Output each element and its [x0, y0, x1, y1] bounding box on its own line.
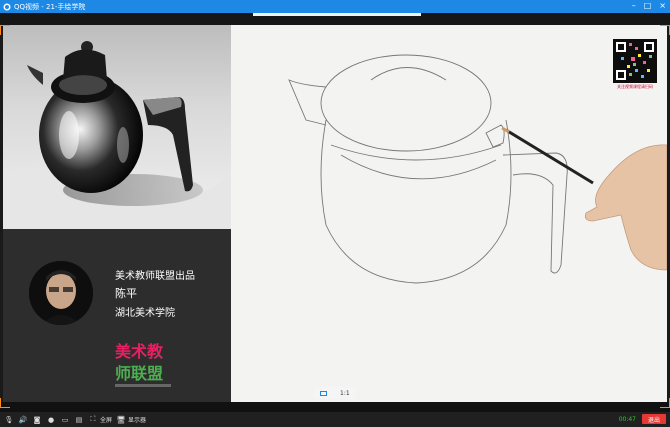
fullscreen-button[interactable]: 全屏 — [100, 415, 112, 424]
microphone-icon[interactable]: 🎙 — [4, 415, 14, 425]
elapsed-time: 00:47 — [618, 416, 636, 423]
window-title: QQ视频 - 21-手绘学院 — [14, 2, 86, 11]
title-bar: QQ视频 - 21-手绘学院 – □ × — [0, 0, 670, 13]
control-bar: 🎙 🔊 ◙ ● ▭ ▤ ⛶ 全屏 🖥 显示器 00:47 退出 — [0, 412, 670, 427]
qr-caption: 关注视频课程请扫码 — [617, 84, 653, 89]
display-icon[interactable]: 🖥 — [116, 415, 126, 425]
tab-bar — [0, 13, 670, 25]
aspect-ratio-label: 1:1 — [340, 389, 350, 397]
minimize-icon[interactable]: – — [632, 1, 636, 10]
screenshare-button[interactable]: 显示器 — [128, 415, 146, 424]
corner-bracket-icon — [0, 25, 10, 35]
drawing-paper — [231, 25, 667, 402]
producer-caption: 美术教师联盟出品 — [115, 271, 195, 282]
fullscreen-icon[interactable]: ⛶ — [88, 415, 98, 425]
svg-text:美术教: 美术教 — [115, 342, 164, 361]
reference-photo — [3, 25, 231, 229]
brand-logo-icon: 美术教 师联盟 — [115, 342, 171, 387]
speaker-icon[interactable]: 🔊 — [18, 415, 28, 425]
video-stage: 美术教师联盟出品 陈平 湖北美术学院 美术教 师联盟 关注视频课程请扫码 — [0, 25, 670, 402]
teapot-photo-image — [3, 41, 231, 229]
avatar — [29, 261, 93, 325]
record-icon[interactable]: ● — [46, 415, 56, 425]
layout-icon[interactable]: ▤ — [74, 415, 84, 425]
teacher-name: 陈平 — [115, 287, 137, 300]
info-panel: 美术教师联盟出品 陈平 湖北美术学院 美术教 师联盟 — [3, 229, 231, 402]
aspect-ratio-icon — [320, 390, 328, 396]
screen-icon[interactable]: ▭ — [60, 415, 70, 425]
close-icon[interactable]: × — [659, 1, 666, 10]
corner-bracket-icon — [0, 398, 10, 408]
qr-code-icon — [613, 39, 657, 83]
aspect-ratio-button[interactable]: 1:1 — [314, 387, 356, 399]
teapot-sketch-image — [288, 54, 667, 284]
svg-text:师联盟: 师联盟 — [115, 364, 163, 383]
exit-button[interactable]: 退出 — [642, 414, 666, 424]
camera-icon[interactable]: ◙ — [32, 415, 42, 425]
maximize-icon[interactable]: □ — [644, 1, 652, 10]
school-name: 湖北美术学院 — [115, 308, 175, 319]
app-logo-icon — [3, 3, 11, 10]
corner-bracket-icon — [660, 25, 670, 35]
corner-bracket-icon — [660, 398, 670, 408]
active-tab-indicator — [253, 13, 421, 16]
